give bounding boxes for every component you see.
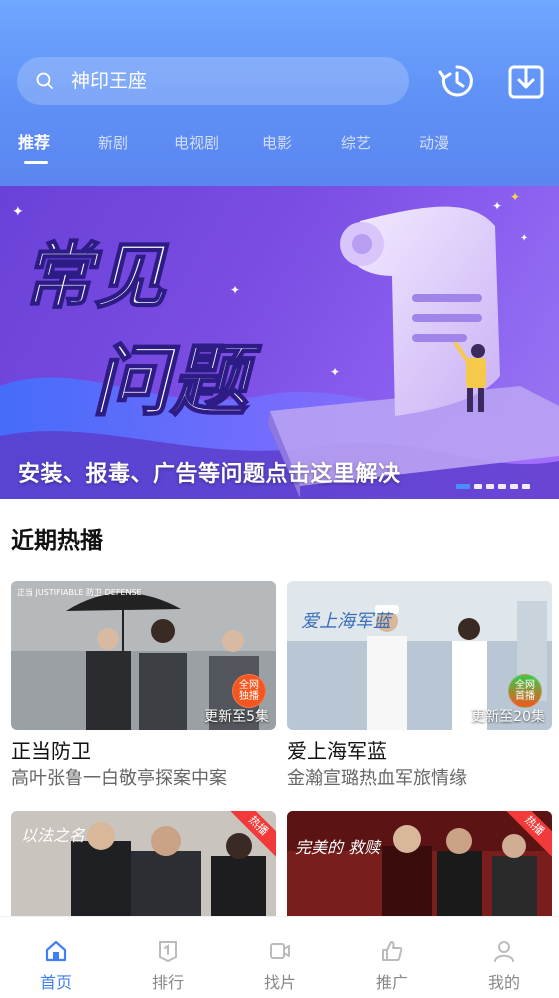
section-title: 近期热播 xyxy=(11,528,103,554)
nav-label: 推广 xyxy=(375,973,408,992)
poster-title: 爱上海军蓝 xyxy=(301,611,394,632)
carousel-dot[interactable] xyxy=(522,484,530,489)
nav-profile[interactable]: 我的 xyxy=(448,917,559,998)
poster-title: 完美的 救赎 xyxy=(295,838,382,857)
svg-text:✦: ✦ xyxy=(510,190,520,204)
ranking-icon xyxy=(159,941,177,962)
nav-label: 我的 xyxy=(487,973,520,992)
app-root: 神印王座 推荐 新剧 电视剧 电影 综艺 动漫 ✦ ✦ ✦ ✦ ✦ ✦ 常见 问… xyxy=(0,0,559,998)
poster[interactable]: 完美的 救赎 热播 xyxy=(287,811,552,916)
svg-text:✦: ✦ xyxy=(520,233,528,244)
nav-find[interactable]: 找片 xyxy=(224,917,336,998)
carousel-dots xyxy=(456,484,530,490)
bottom-nav: 首页 排行 找片 推广 我的 xyxy=(0,916,559,998)
nav-promote[interactable]: 推广 xyxy=(336,917,448,998)
card-title[interactable]: 正当防卫 xyxy=(11,738,276,764)
poster-title: 正当 JUSTIFIABLE 防卫 DEFENSE xyxy=(17,587,142,597)
svg-text:✦: ✦ xyxy=(230,283,240,297)
tab-recommend[interactable]: 推荐 xyxy=(18,132,50,154)
carousel-dot[interactable] xyxy=(510,484,518,489)
nav-label: 首页 xyxy=(39,973,72,992)
nav-home[interactable]: 首页 xyxy=(0,917,112,998)
nav-label: 排行 xyxy=(151,973,184,992)
category-tabs: 推荐 新剧 电视剧 电影 综艺 动漫 xyxy=(0,130,559,170)
card-title[interactable]: 爱上海军蓝 xyxy=(287,738,552,764)
exclusive-badge: 全网独播 xyxy=(232,674,266,708)
poster[interactable]: 正当 JUSTIFIABLE 防卫 DEFENSE 全网独播 更新至5集 xyxy=(11,581,276,730)
profile-icon xyxy=(494,941,514,962)
drama-card[interactable]: 完美的 救赎 热播 xyxy=(287,811,552,916)
banner-headline-2: 问题 xyxy=(92,337,262,427)
carousel-dot[interactable] xyxy=(474,484,482,489)
download-icon[interactable] xyxy=(506,61,546,101)
home-icon xyxy=(45,940,67,962)
drama-card[interactable]: 以法之名 热播 xyxy=(11,811,276,916)
episode-label: 更新至5集 xyxy=(204,709,269,725)
tab-new-drama[interactable]: 新剧 xyxy=(98,132,128,154)
search-text: 神印王座 xyxy=(71,70,148,92)
drama-card[interactable]: 正当 JUSTIFIABLE 防卫 DEFENSE 全网独播 更新至5集 正当防… xyxy=(11,581,276,791)
active-tab-indicator xyxy=(24,161,48,164)
video-icon xyxy=(270,943,290,959)
tab-variety[interactable]: 综艺 xyxy=(341,132,371,154)
poster-title: 以法之名 xyxy=(21,826,86,845)
faq-banner[interactable]: ✦ ✦ ✦ ✦ ✦ ✦ 常见 问题 安装、报毒、广告等问题点击这里解决 xyxy=(0,186,559,499)
svg-text:✦: ✦ xyxy=(492,199,502,213)
banner-headline-1: 常见 xyxy=(22,234,169,318)
premiere-badge: 全网首播 xyxy=(508,674,542,708)
promote-icon xyxy=(382,941,403,961)
nav-label: 找片 xyxy=(263,973,296,992)
search-icon xyxy=(36,72,53,89)
drama-card[interactable]: 爱上海军蓝 全网首播 更新至20集 爱上海军蓝 金瀚宣璐热血军旅情缘 xyxy=(287,581,552,791)
svg-text:✦: ✦ xyxy=(12,204,24,220)
nav-ranking[interactable]: 排行 xyxy=(112,917,224,998)
carousel-dot[interactable] xyxy=(486,484,494,489)
carousel-dot[interactable] xyxy=(456,484,470,489)
header: 神印王座 推荐 新剧 电视剧 电影 综艺 动漫 xyxy=(0,0,559,186)
tab-tv-series[interactable]: 电视剧 xyxy=(174,132,219,154)
carousel-dot[interactable] xyxy=(498,484,506,489)
history-icon[interactable] xyxy=(437,61,477,101)
card-subtitle: 金瀚宣璐热血军旅情缘 xyxy=(287,768,467,789)
svg-text:✦: ✦ xyxy=(330,365,340,379)
poster[interactable]: 以法之名 热播 xyxy=(11,811,276,916)
banner-illustration: ✦ ✦ ✦ ✦ ✦ ✦ 常见 问题 xyxy=(0,190,559,499)
banner-caption: 安装、报毒、广告等问题点击这里解决 xyxy=(18,462,401,487)
tab-anime[interactable]: 动漫 xyxy=(419,132,449,154)
poster[interactable]: 爱上海军蓝 全网首播 更新至20集 xyxy=(287,581,552,730)
tab-movies[interactable]: 电影 xyxy=(262,132,292,154)
search-bar[interactable]: 神印王座 xyxy=(17,57,409,105)
episode-label: 更新至20集 xyxy=(471,709,545,725)
card-subtitle: 高叶张鲁一白敬亭探案中案 xyxy=(11,768,227,789)
